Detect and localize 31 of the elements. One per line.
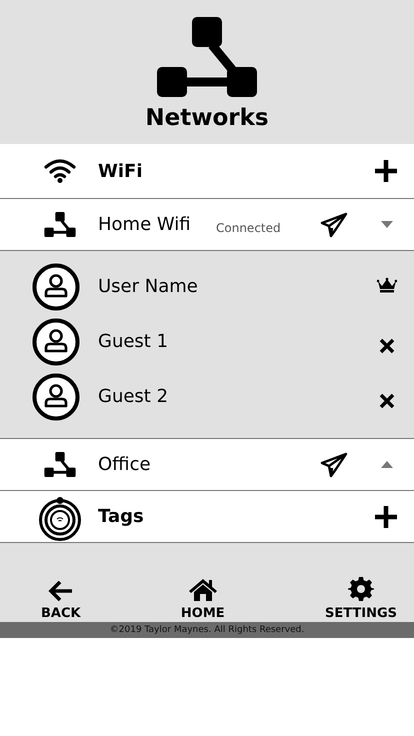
user-name: User Name	[98, 276, 198, 297]
connection-status: Connected	[216, 220, 281, 234]
nav-button[interactable]: BACK	[41, 580, 81, 622]
caret-button[interactable]	[380, 458, 394, 470]
user-name: Guest 2	[98, 386, 168, 407]
network-name[interactable]: Office	[98, 454, 216, 475]
crown-icon	[377, 276, 397, 292]
network-name[interactable]: Home Wifi	[98, 214, 216, 235]
user-avatar-icon	[32, 318, 80, 366]
nav-button[interactable]: SETTINGS	[324, 576, 397, 622]
caret-button[interactable]	[380, 218, 394, 230]
remove-button[interactable]	[378, 392, 396, 410]
user-name: Guest 1	[98, 331, 168, 352]
network-icon	[44, 212, 76, 237]
user-avatar-icon	[32, 372, 80, 420]
section-title: Tags	[98, 506, 144, 527]
settings-icon	[348, 576, 374, 602]
paper-plane-icon[interactable]	[320, 452, 348, 478]
paper-plane-icon[interactable]	[320, 212, 348, 238]
network-icon	[44, 452, 76, 477]
network-logo-icon	[157, 17, 257, 97]
page-title: Networks	[145, 104, 269, 133]
nav-button[interactable]: HOME	[180, 578, 225, 622]
back-arrow-icon	[48, 580, 74, 602]
remove-button[interactable]	[378, 336, 396, 354]
section-title: WiFi	[98, 160, 142, 182]
add-button[interactable]	[372, 157, 400, 185]
copyright-text: ©2019 Taylor Maynes. All Rights Reserved.	[0, 622, 414, 638]
user-avatar-icon	[32, 262, 80, 310]
wifi-icon	[44, 159, 76, 183]
home-icon	[188, 578, 218, 602]
